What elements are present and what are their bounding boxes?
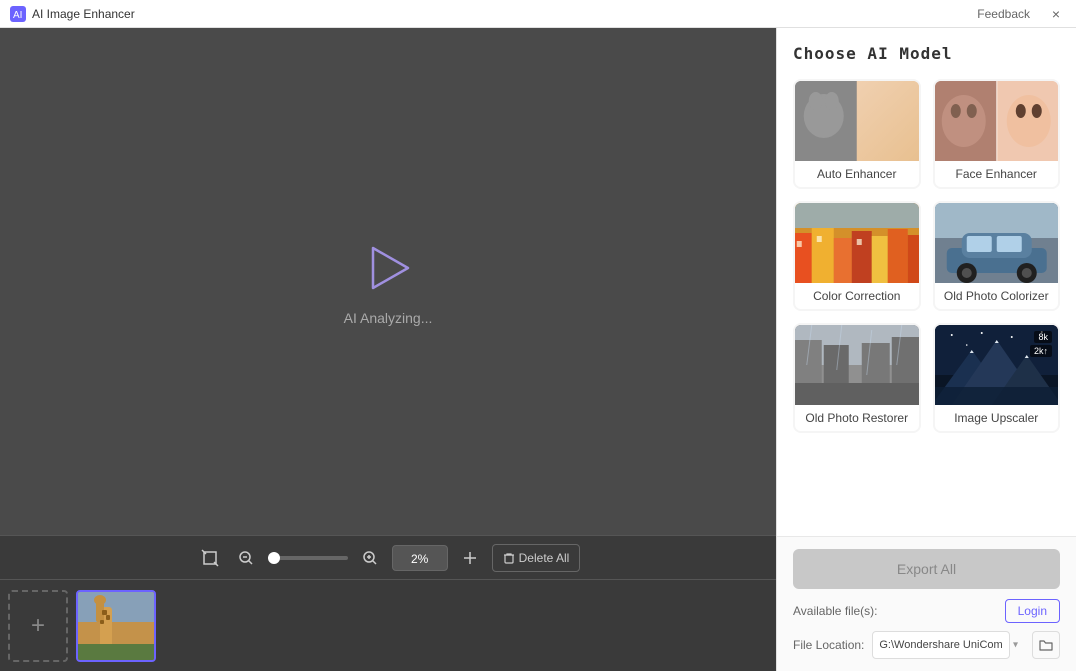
model-card-old-photo-colorizer[interactable]: Old Photo Colorizer (933, 201, 1061, 311)
thumbnail-strip: + (0, 579, 776, 671)
auto-enhancer-thumb-image (795, 81, 919, 161)
delete-all-label: Delete All (519, 551, 570, 565)
color-correction-label: Color Correction (795, 283, 919, 309)
main-content: AI Analyzing... (0, 28, 1076, 671)
zoom-out-button[interactable] (232, 544, 260, 572)
zoom-display: 2% (392, 545, 448, 571)
analyzing-indicator: AI Analyzing... (344, 238, 433, 326)
app-title: AI Image Enhancer (32, 7, 135, 21)
title-bar-left: AI AI Image Enhancer (10, 6, 135, 22)
file-location-row: File Location: G:\Wondershare UniCom (793, 631, 1060, 659)
old-photo-colorizer-thumb-image (935, 203, 1059, 283)
model-card-auto-enhancer[interactable]: Auto Enhancer (793, 79, 921, 189)
zoom-slider[interactable] (268, 556, 348, 560)
right-panel-models: Choose AI Model (777, 28, 1076, 536)
old-photo-restorer-label: Old Photo Restorer (795, 405, 919, 431)
right-panel: Choose AI Model (776, 28, 1076, 671)
face-enhancer-thumb-image (935, 81, 1059, 161)
upscale-8k-badge: 8k (1034, 331, 1052, 343)
analyzing-text: AI Analyzing... (344, 310, 433, 326)
model-card-face-enhancer[interactable]: Face Enhancer (933, 79, 1061, 189)
login-button[interactable]: Login (1005, 599, 1060, 623)
available-files-label: Available file(s): (793, 604, 877, 618)
model-grid: Auto Enhancer (793, 79, 1060, 433)
file-location-select[interactable]: G:\Wondershare UniCom (872, 631, 1010, 659)
zoom-reset-button[interactable] (456, 544, 484, 572)
crop-button[interactable] (196, 544, 224, 572)
file-location-label: File Location: (793, 638, 864, 652)
face-enhancer-thumb (935, 81, 1059, 161)
folder-browse-button[interactable] (1032, 631, 1060, 659)
model-card-color-correction[interactable]: Color Correction (793, 201, 921, 311)
add-image-button[interactable]: + (8, 590, 68, 662)
canvas-viewport: AI Analyzing... (0, 28, 776, 535)
title-bar-right: Feedback × (977, 4, 1066, 24)
svg-text:AI: AI (13, 10, 22, 21)
feedback-link[interactable]: Feedback (977, 7, 1030, 21)
face-enhancer-label: Face Enhancer (935, 161, 1059, 187)
file-location-select-wrapper: G:\Wondershare UniCom (872, 631, 1024, 659)
upscale-2k-badge: 2k↑ (1030, 345, 1052, 357)
panel-title: Choose AI Model (793, 44, 1060, 63)
available-files-row: Available file(s): Login (793, 599, 1060, 623)
right-panel-bottom: Export All Available file(s): Login File… (777, 536, 1076, 671)
folder-icon (1039, 639, 1053, 651)
thumbnail-giraffe[interactable] (76, 590, 156, 662)
delete-all-button[interactable]: Delete All (492, 544, 581, 572)
upscale-badges: 8k 2k↑ (1030, 331, 1052, 357)
image-upscaler-thumb-image: 8k 2k↑ (935, 325, 1059, 405)
image-upscaler-thumb: 8k 2k↑ (935, 325, 1059, 405)
zoom-in-button[interactable] (356, 544, 384, 572)
giraffe-thumb-image (78, 592, 154, 660)
color-correction-thumb (795, 203, 919, 283)
model-card-image-upscaler[interactable]: 8k 2k↑ Image Upscaler (933, 323, 1061, 433)
title-bar: AI AI Image Enhancer Feedback × (0, 0, 1076, 28)
auto-enhancer-label: Auto Enhancer (795, 161, 919, 187)
analyzing-icon (358, 238, 418, 298)
old-photo-colorizer-thumb (935, 203, 1059, 283)
old-photo-restorer-thumb (795, 325, 919, 405)
close-button[interactable]: × (1046, 4, 1066, 24)
auto-enhancer-thumb (795, 81, 919, 161)
export-all-button[interactable]: Export All (793, 549, 1060, 589)
model-card-old-photo-restorer[interactable]: Old Photo Restorer (793, 323, 921, 433)
giraffe-svg (78, 592, 154, 660)
color-correction-thumb-image (795, 203, 919, 283)
app-logo-icon: AI (10, 6, 26, 22)
canvas-area: AI Analyzing... (0, 28, 776, 671)
old-photo-restorer-thumb-image (795, 325, 919, 405)
old-photo-colorizer-label: Old Photo Colorizer (935, 283, 1059, 309)
image-upscaler-label: Image Upscaler (935, 405, 1059, 431)
bottom-toolbar: 2% Delete All (0, 535, 776, 579)
